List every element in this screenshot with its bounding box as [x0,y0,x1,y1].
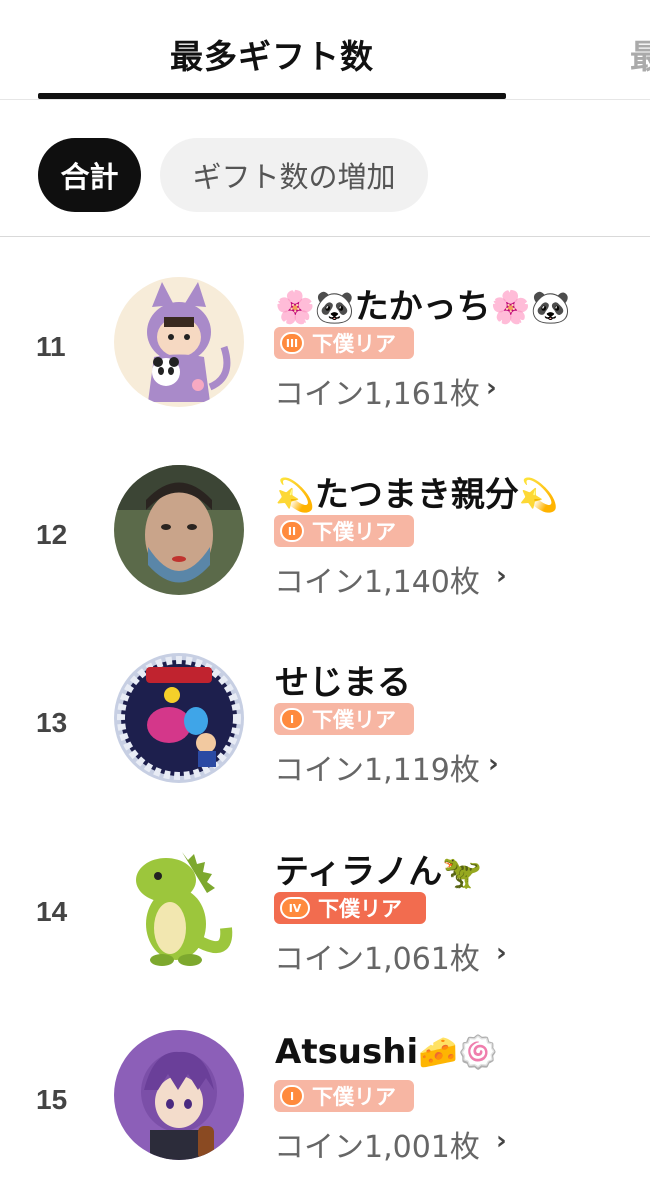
cat-costume-panda-icon[interactable] [114,277,244,407]
chevron-right-icon[interactable]: › [496,561,507,591]
rank-number: 13 [36,707,68,738]
name-emoji-prefix: 🌸🐼 [275,288,355,326]
badge-level-icon: IV [280,897,310,919]
ranking-row[interactable]: 11 🌸🐼たかっち🌸🐼 III 下僕リア コイン1,161枚 › [0,277,650,465]
user-name-text: たかっち [354,287,491,327]
badge-level-icon: II [280,520,304,542]
filter-total-chip[interactable]: 合計 [38,138,141,212]
ranking-row[interactable]: 13 せじまる I 下僕リア コイン1,119枚 › [0,653,650,841]
coin-count: コイン1,140枚 [274,565,480,600]
user-name-text: せじまる [275,663,411,703]
chevron-right-icon[interactable]: › [496,1126,507,1156]
ranking-row[interactable]: 14 ティラノん🦖 IV 下僕リア コイン1,061枚 › [0,842,650,1030]
rank-number: 14 [36,896,68,927]
chevron-right-icon[interactable]: › [488,749,499,779]
rank-number: 12 [36,519,68,550]
coin-count: コイン1,119枚 [274,753,480,788]
filter-chip-bar: 合計 ギフト数の増加 [0,100,650,237]
rank-badge: IV 下僕リア [274,892,426,924]
rank-badge: I 下僕リア [274,703,414,735]
rank-badge: III 下僕リア [274,327,414,359]
name-emoji-suffix: 💫 [518,476,559,514]
rank-number: 11 [36,331,66,362]
user-name[interactable]: 🌸🐼たかっち🌸🐼 [275,279,570,328]
user-name[interactable]: ティラノん🦖 [275,844,482,893]
ranking-row[interactable]: 12 💫たつまき親分💫 II 下僕リア コイン1,140枚 › [0,465,650,653]
badge-label: 下僕リア [318,897,402,921]
ranking-tab-bar: 最多ギフト数 最 [0,0,650,100]
name-emoji-suffix: 🦖 [442,853,483,891]
ranking-row[interactable]: 15 Atsushi🧀🍥 I 下僕リア コイン1,001枚 › [0,1030,650,1200]
filter-increase-chip[interactable]: ギフト数の増加 [160,138,428,212]
face-photo-icon[interactable] [114,465,244,595]
momotaro-dentetsu-icon[interactable] [114,653,244,783]
name-emoji-suffix: 🧀🍥 [418,1033,498,1071]
rank-number: 15 [36,1084,68,1115]
coin-count: コイン1,061枚 [274,942,480,977]
badge-level-icon: I [280,708,304,730]
green-dinosaur-icon[interactable] [114,842,244,972]
badge-label: 下僕リア [312,708,396,732]
badge-level-icon: III [280,332,304,354]
name-emoji-prefix: 💫 [275,476,315,514]
coin-count: コイン1,161枚 [274,377,480,412]
badge-label: 下僕リア [312,1085,396,1109]
badge-level-icon: I [280,1085,304,1107]
chevron-right-icon[interactable]: › [486,373,497,403]
coin-count: コイン1,001枚 [274,1130,480,1165]
tab-next-partial[interactable]: 最 [630,30,650,78]
badge-label: 下僕リア [312,332,396,356]
user-name-text: たつまき親分 [314,475,519,515]
user-name-text: Atsushi [275,1032,419,1072]
badge-label: 下僕リア [312,520,396,544]
tab-most-gifts[interactable]: 最多ギフト数 [38,30,506,78]
rank-badge: II 下僕リア [274,515,414,547]
chevron-right-icon[interactable]: › [496,938,507,968]
user-name-text: ティラノん [275,852,443,892]
rank-badge: I 下僕リア [274,1080,414,1112]
user-name[interactable]: 💫たつまき親分💫 [275,467,559,516]
purple-hair-anime-icon[interactable] [114,1030,244,1160]
name-emoji-suffix: 🌸🐼 [490,288,571,326]
user-name[interactable]: Atsushi🧀🍥 [275,1032,498,1072]
active-tab-indicator [38,93,506,99]
user-name[interactable]: せじまる [275,655,411,704]
